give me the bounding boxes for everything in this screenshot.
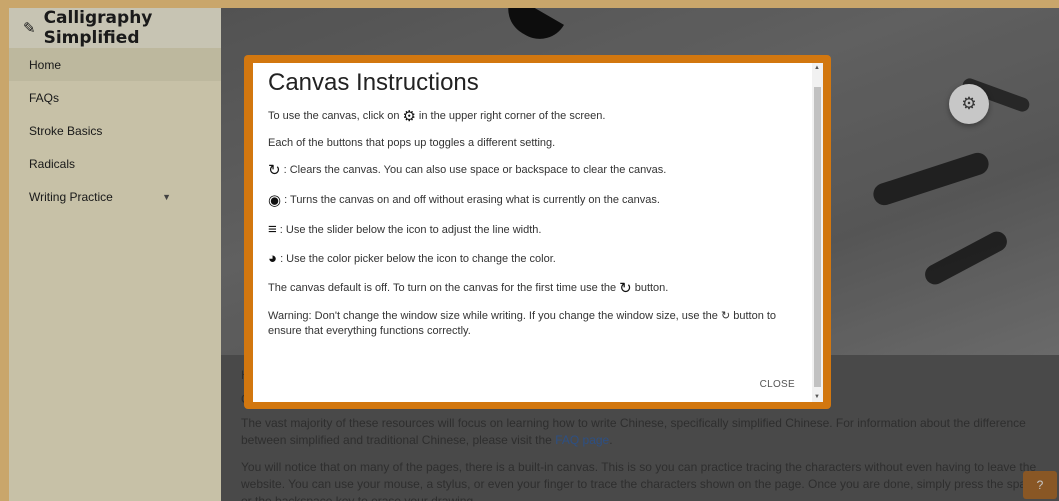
scroll-up-icon[interactable]: ▲ (814, 65, 820, 71)
gear-icon: ⚙ (402, 108, 416, 125)
scrollbar-thumb[interactable] (814, 87, 821, 387)
scroll-down-icon[interactable]: ▼ (814, 394, 820, 400)
instruction-line: The canvas default is off. To turn on th… (268, 280, 669, 297)
instruction-line: To use the canvas, click on ⚙ in the upp… (268, 108, 606, 125)
instruction-line: ≡ : Use the slider below the icon to adj… (268, 221, 542, 238)
close-button[interactable]: CLOSE (760, 379, 795, 390)
modal-content: Canvas Instructions To use the canvas, c… (253, 63, 823, 402)
instruction-line: ◕ : Use the color picker below the icon … (268, 250, 556, 267)
eye-icon: ◉ (268, 192, 282, 209)
instruction-line: ◉ : Turns the canvas on and off without … (268, 192, 660, 209)
scrollbar[interactable]: ▲ ▼ (812, 63, 823, 402)
lines-icon: ≡ (268, 221, 277, 238)
palette-icon: ◕ (268, 250, 278, 267)
refresh-icon: ↻ (619, 280, 632, 297)
refresh-icon: ↻ (720, 310, 731, 322)
warning-text: Warning: Don't change the window size wh… (268, 310, 777, 337)
instruction-line: ↻ : Clears the canvas. You can also use … (268, 162, 667, 179)
instruction-line: Each of the buttons that pops up toggles… (268, 137, 556, 149)
refresh-icon: ↻ (268, 162, 281, 179)
modal-title: Canvas Instructions (268, 69, 479, 96)
canvas-instructions-modal: Canvas Instructions To use the canvas, c… (244, 55, 831, 409)
